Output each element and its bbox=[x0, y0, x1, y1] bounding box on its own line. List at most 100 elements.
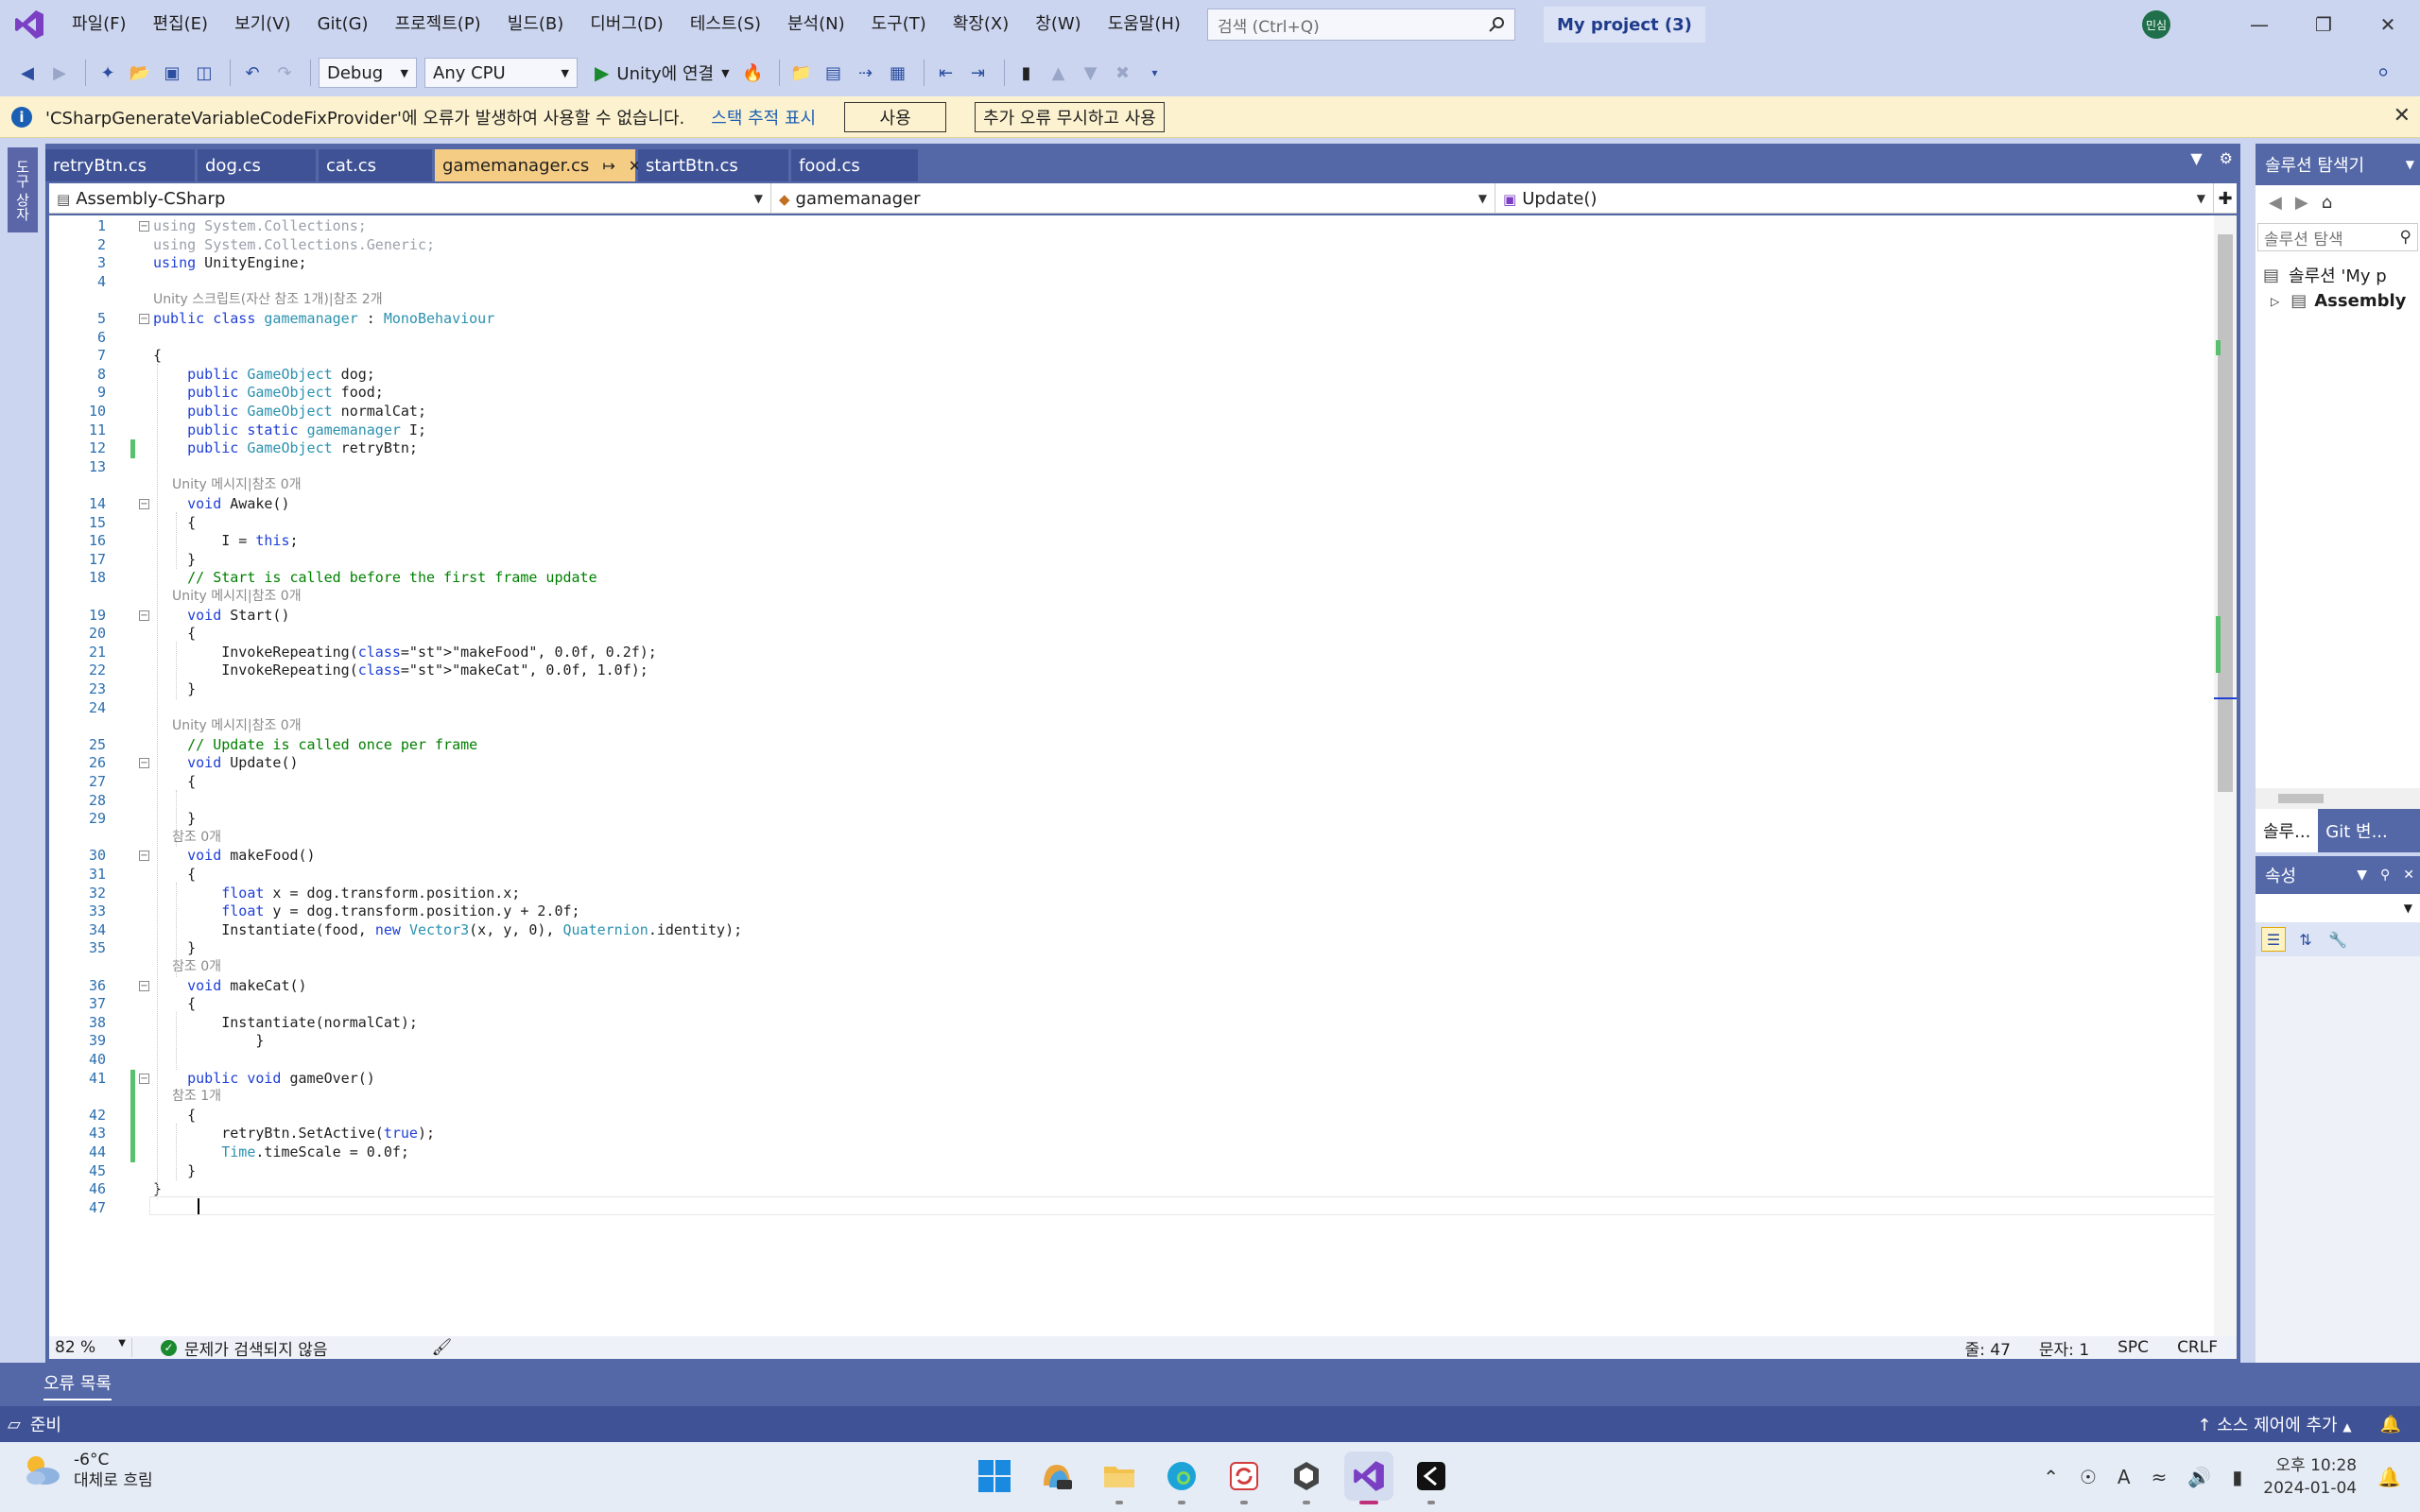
fold-toggle[interactable]: − bbox=[139, 221, 149, 232]
property-pages-icon[interactable]: 🔧 bbox=[2325, 927, 2350, 952]
minimize-icon[interactable]: — bbox=[2227, 0, 2291, 49]
hot-reload-icon[interactable]: 🔥 bbox=[739, 59, 768, 87]
scrollbar-thumb[interactable] bbox=[2278, 794, 2324, 803]
line-indicator[interactable]: 줄: 47 bbox=[1965, 1336, 2011, 1360]
tab-solution-explorer[interactable]: 솔루... bbox=[2256, 809, 2319, 852]
forward-icon[interactable]: ▶ bbox=[45, 59, 74, 87]
close-window-icon[interactable]: ✕ bbox=[2356, 0, 2420, 49]
menu-item[interactable]: 도구(T) bbox=[858, 0, 940, 49]
tab-document[interactable]: gamemanager.cs ↦ ✕ bbox=[435, 149, 641, 181]
bookmark-icon[interactable]: ▮ bbox=[1012, 59, 1041, 87]
codelens-annotation[interactable]: Unity 메시지|참조 0개 bbox=[172, 476, 302, 495]
open-folder-icon[interactable]: 📂 bbox=[126, 59, 154, 87]
attach-unity-button[interactable]: ▶ Unity에 연결 ▼ bbox=[595, 60, 730, 85]
pin-icon[interactable]: ⚲ bbox=[2380, 868, 2390, 883]
menu-item[interactable]: 확장(X) bbox=[940, 0, 1023, 49]
code-line[interactable]: { bbox=[153, 1107, 196, 1125]
code-line[interactable]: public GameObject normalCat; bbox=[153, 403, 426, 421]
notification-icon[interactable]: 🔔 bbox=[2377, 1466, 2401, 1488]
clear-bookmarks-icon[interactable]: ✖ bbox=[1109, 59, 1137, 87]
clock[interactable]: 오후 10:28 2024-01-04 bbox=[2263, 1454, 2357, 1500]
code-line[interactable]: public class gamemanager : MonoBehaviour bbox=[153, 310, 494, 329]
live-share-icon[interactable]: ⚪ bbox=[2369, 59, 2397, 87]
home-icon[interactable]: ⌂ bbox=[2322, 193, 2332, 213]
fold-toggle[interactable]: − bbox=[139, 758, 149, 769]
toolbar-overflow-icon[interactable]: ▾ bbox=[1141, 59, 1169, 87]
browse-folder-icon[interactable]: 📁 bbox=[787, 59, 816, 87]
tab-document[interactable]: retryBtn.cs bbox=[45, 149, 195, 181]
search-input[interactable]: 검색 (Ctrl+Q) bbox=[1206, 9, 1515, 41]
wifi-icon[interactable]: ≈ bbox=[2152, 1466, 2168, 1488]
tab-list-icon[interactable]: ▼ bbox=[2190, 149, 2202, 167]
project-name-badge[interactable]: My project (3) bbox=[1543, 7, 1705, 43]
code-line[interactable]: void Update() bbox=[153, 754, 298, 773]
fold-toggle[interactable]: − bbox=[139, 850, 149, 862]
categorized-icon[interactable]: ☰ bbox=[2261, 927, 2286, 952]
code-text[interactable]: using System.Collections; using System.Co… bbox=[153, 215, 2214, 1336]
prev-bookmark-icon[interactable]: ▲ bbox=[1045, 59, 1073, 87]
code-cleanup-icon[interactable]: 🖌 bbox=[432, 1338, 453, 1357]
fold-toggle[interactable]: − bbox=[139, 980, 149, 991]
chevron-down-icon[interactable]: ▼ bbox=[2357, 868, 2367, 883]
solution-configuration-select[interactable]: Debug ▼ bbox=[319, 58, 417, 88]
codelens-annotation[interactable]: 참조 0개 bbox=[172, 829, 221, 848]
close-icon[interactable]: ✕ bbox=[2403, 868, 2414, 883]
file-explorer-icon[interactable] bbox=[1095, 1452, 1144, 1504]
outdent-icon[interactable]: ⇤ bbox=[932, 59, 960, 87]
windows-start-icon[interactable] bbox=[970, 1452, 1019, 1501]
code-line[interactable]: void makeCat() bbox=[153, 977, 306, 996]
line-ending-indicator[interactable]: CRLF bbox=[2177, 1338, 2218, 1357]
code-line[interactable]: { bbox=[153, 514, 196, 533]
codelens-annotation[interactable]: Unity 메시지|참조 0개 bbox=[172, 588, 302, 607]
layout-icon[interactable]: ▦ bbox=[884, 59, 912, 87]
back-icon[interactable]: ◀ bbox=[2269, 193, 2282, 213]
codelens-annotation[interactable]: 참조 1개 bbox=[172, 1088, 221, 1107]
code-line[interactable]: { bbox=[153, 347, 162, 366]
menu-item[interactable]: 분석(N) bbox=[774, 0, 858, 49]
code-line[interactable]: public void gameOver() bbox=[153, 1070, 375, 1089]
code-line[interactable]: using UnityEngine; bbox=[153, 254, 307, 273]
volume-icon[interactable]: 🔊 bbox=[2187, 1466, 2211, 1488]
vertical-scrollbar[interactable] bbox=[2214, 215, 2237, 1336]
project-dropdown[interactable]: ▤ Assembly-CSharp ▼ bbox=[49, 183, 771, 214]
whitespace-indicator[interactable]: SPC bbox=[2118, 1338, 2149, 1357]
code-line[interactable]: void makeFood() bbox=[153, 847, 315, 866]
char-indicator[interactable]: 문자: 1 bbox=[2039, 1336, 2089, 1360]
code-line[interactable]: { bbox=[153, 866, 196, 885]
menu-item[interactable]: 빌드(B) bbox=[494, 0, 578, 49]
code-line[interactable]: } bbox=[153, 810, 196, 829]
edge-browser-icon[interactable] bbox=[1157, 1452, 1206, 1504]
security-icon[interactable]: ☉ bbox=[2080, 1466, 2097, 1488]
scrollbar-thumb[interactable] bbox=[2218, 234, 2233, 792]
indent-icon[interactable]: ⇥ bbox=[964, 59, 993, 87]
ime-indicator[interactable]: A bbox=[2118, 1466, 2131, 1488]
menu-item[interactable]: Git(G) bbox=[304, 0, 382, 49]
undo-icon[interactable]: ↶ bbox=[238, 59, 267, 87]
fold-toggle[interactable]: − bbox=[139, 610, 149, 621]
add-source-control-button[interactable]: ↑ 소스 제어에 추가 ▲ bbox=[2197, 1412, 2351, 1436]
visual-studio-logo-icon[interactable] bbox=[0, 0, 59, 49]
split-editor-icon[interactable]: ✚ bbox=[2214, 183, 2237, 214]
avatar[interactable]: 민심 bbox=[2142, 10, 2170, 39]
step-icon[interactable]: ⇢ bbox=[852, 59, 880, 87]
save-icon[interactable]: ▣ bbox=[158, 59, 186, 87]
code-line[interactable]: public GameObject retryBtn; bbox=[153, 439, 418, 458]
settings-gear-icon[interactable]: ⚙ bbox=[2220, 149, 2233, 167]
alphabetical-icon[interactable]: ⇅ bbox=[2293, 927, 2318, 952]
code-line[interactable]: { bbox=[153, 773, 196, 792]
codelens-annotation[interactable]: 참조 0개 bbox=[172, 958, 221, 977]
code-line[interactable]: // Start is called before the first fram… bbox=[153, 569, 597, 588]
code-line[interactable]: // Update is called once per frame bbox=[153, 736, 477, 755]
codelens-annotation[interactable]: Unity 메시지|참조 0개 bbox=[172, 717, 302, 736]
menu-item[interactable]: 창(W) bbox=[1022, 0, 1094, 49]
object-select[interactable]: ▼ bbox=[2256, 894, 2420, 922]
unity-editor-icon[interactable] bbox=[1407, 1452, 1456, 1504]
codelens-annotation[interactable]: Unity 스크립트(자산 참조 1개)|참조 2개 bbox=[153, 291, 383, 310]
code-line[interactable]: void Awake() bbox=[153, 495, 289, 514]
menu-item[interactable]: 프로젝트(P) bbox=[382, 0, 494, 49]
redo-icon[interactable]: ↷ bbox=[270, 59, 299, 87]
unity-hub-icon[interactable] bbox=[1282, 1452, 1331, 1504]
screenshot-icon[interactable]: ▤ bbox=[820, 59, 848, 87]
save-all-icon[interactable]: ◫ bbox=[190, 59, 218, 87]
code-line[interactable]: } bbox=[153, 1032, 264, 1051]
